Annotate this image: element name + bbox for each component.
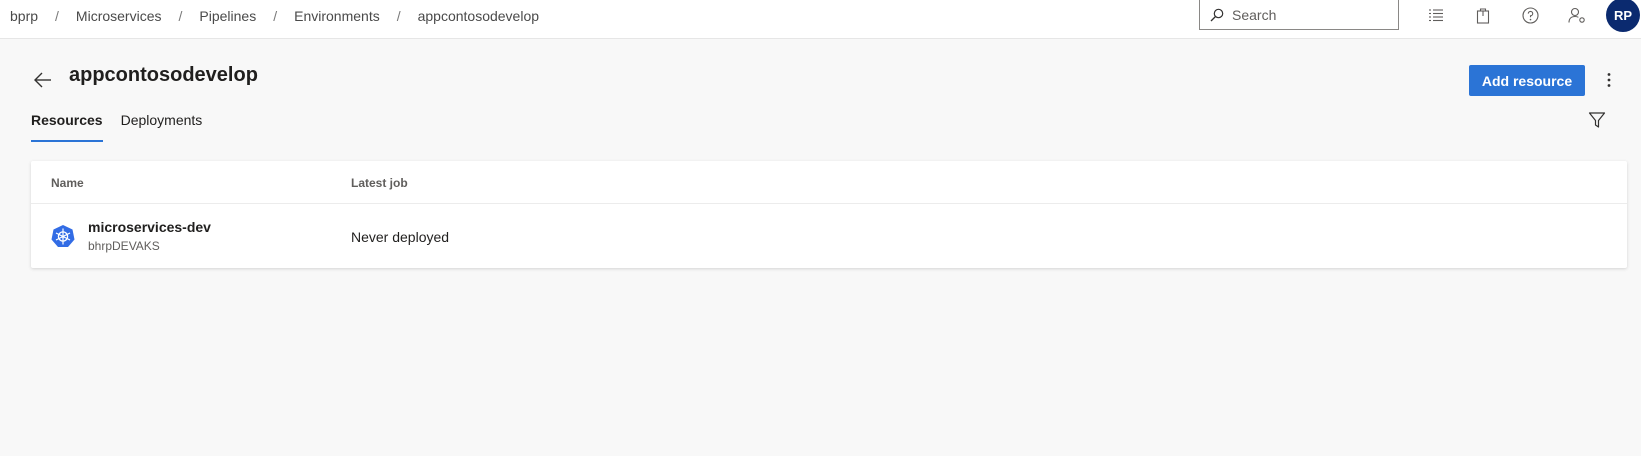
tab-deployments[interactable]: Deployments — [121, 112, 203, 142]
breadcrumb-project[interactable]: Microservices — [67, 8, 171, 24]
table-row[interactable]: microservices-dev bhrpDEVAKS Never deplo… — [31, 205, 1627, 268]
breadcrumb-pipelines[interactable]: Pipelines — [190, 8, 265, 24]
column-header-name[interactable]: Name — [51, 176, 84, 190]
bag-icon[interactable] — [1472, 4, 1494, 26]
top-bar: bprp / Microservices / Pipelines / Envir… — [0, 0, 1641, 39]
search-placeholder: Search — [1232, 6, 1277, 23]
kubernetes-icon — [51, 225, 75, 247]
user-settings-icon[interactable] — [1566, 4, 1588, 26]
breadcrumb-org[interactable]: bprp — [0, 8, 47, 24]
resource-cluster: bhrpDEVAKS — [88, 239, 160, 253]
page-title: appcontosodevelop — [69, 64, 258, 86]
breadcrumb-separator: / — [273, 7, 278, 24]
resource-name[interactable]: microservices-dev — [88, 219, 211, 235]
help-icon[interactable] — [1519, 4, 1541, 26]
search-input[interactable]: Search — [1199, 0, 1399, 30]
tab-bar: Resources Deployments — [31, 112, 220, 142]
back-arrow-icon[interactable] — [33, 70, 53, 90]
avatar[interactable]: RP — [1606, 0, 1640, 32]
breadcrumb-environments[interactable]: Environments — [285, 8, 389, 24]
breadcrumb: bprp / Microservices / Pipelines / Envir… — [0, 0, 548, 31]
breadcrumb-separator: / — [396, 7, 401, 24]
tab-resources[interactable]: Resources — [31, 112, 103, 142]
column-header-latest-job[interactable]: Latest job — [351, 176, 408, 190]
list-icon[interactable] — [1425, 4, 1447, 26]
more-options-icon[interactable] — [1601, 70, 1617, 90]
filter-icon[interactable] — [1588, 111, 1606, 129]
breadcrumb-current[interactable]: appcontosodevelop — [409, 8, 548, 24]
latest-job-status: Never deployed — [351, 229, 450, 245]
breadcrumb-separator: / — [55, 7, 59, 24]
breadcrumb-separator: / — [178, 7, 183, 24]
table-header: Name Latest job — [31, 161, 1627, 204]
resources-table: Name Latest job microservices-dev bhrpDE… — [31, 161, 1627, 268]
add-resource-button[interactable]: Add resource — [1469, 65, 1585, 96]
search-icon — [1210, 8, 1224, 21]
